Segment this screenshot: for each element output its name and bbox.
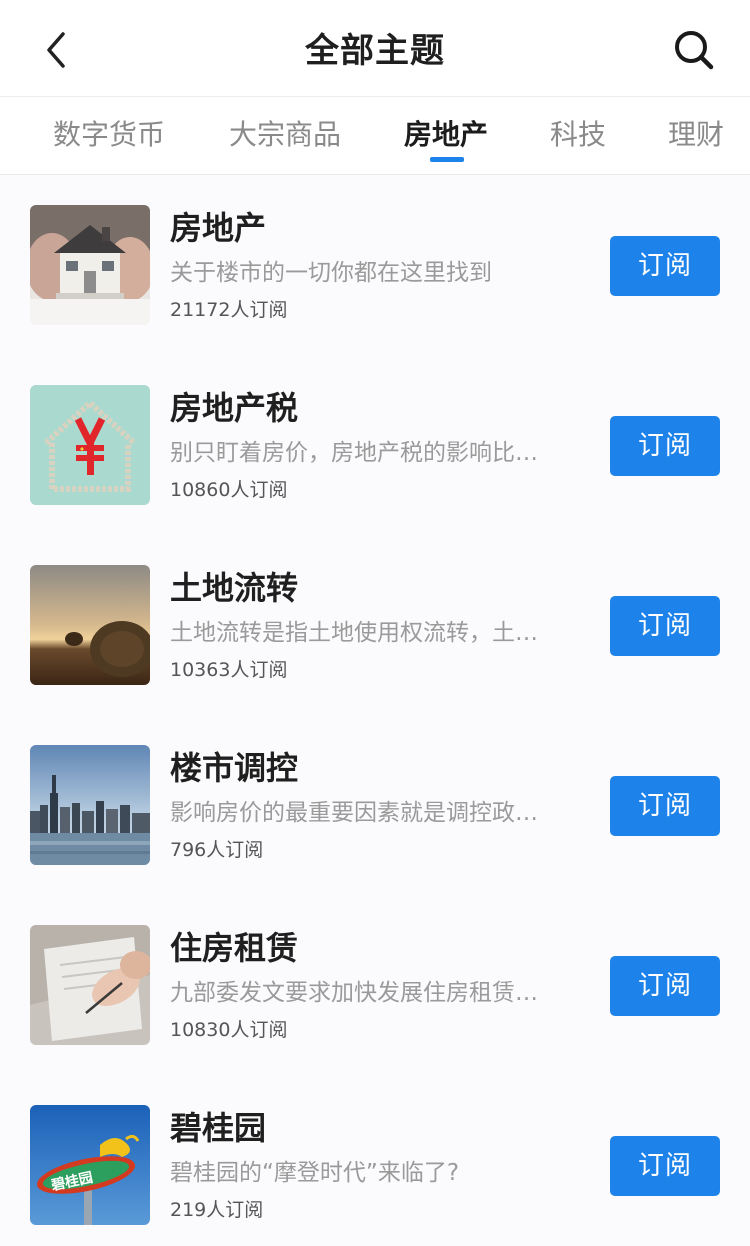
app-screen: 全部主题 数字货币 大宗商品 房地产 科技 理财 房地产 关于楼市的一切你都在这… bbox=[0, 0, 750, 1246]
topic-description: 碧桂园的“摩登时代”来临了? bbox=[170, 1160, 460, 1186]
search-icon bbox=[675, 31, 714, 70]
list-item[interactable]: 房地产税 别只盯着房价，房地产税的影响比… 10860人订阅 订阅 bbox=[0, 355, 750, 535]
subscriber-count: 219人订阅 bbox=[170, 1199, 264, 1221]
list-item[interactable]: 楼市调控 影响房价的最重要因素就是调控政… 796人订阅 订阅 bbox=[0, 715, 750, 895]
tab-commodities[interactable]: 大宗商品 bbox=[229, 115, 341, 155]
subscriber-count: 10860人订阅 bbox=[170, 479, 288, 501]
subscribe-button[interactable]: 订阅 bbox=[610, 1136, 720, 1196]
tab-real-estate[interactable]: 房地产 bbox=[404, 115, 488, 155]
category-tabs: 数字货币 大宗商品 房地产 科技 理财 bbox=[0, 97, 750, 175]
list-item[interactable]: 土地流转 土地流转是指土地使用权流转，土… 10363人订阅 订阅 bbox=[0, 535, 750, 715]
topic-title: 住房租赁 bbox=[170, 929, 299, 967]
subscribe-button[interactable]: 订阅 bbox=[610, 236, 720, 296]
topic-title: 楼市调控 bbox=[170, 749, 299, 787]
topic-thumbnail bbox=[30, 565, 150, 685]
subscriber-count: 10830人订阅 bbox=[170, 1019, 288, 1041]
subscriber-count: 796人订阅 bbox=[170, 839, 264, 861]
tab-finance[interactable]: 理财 bbox=[668, 115, 724, 155]
page-title: 全部主题 bbox=[305, 31, 445, 71]
topic-title: 碧桂园 bbox=[170, 1109, 267, 1147]
top-bar: 全部主题 bbox=[0, 0, 750, 97]
subscriber-count: 21172人订阅 bbox=[170, 299, 288, 321]
topic-thumbnail bbox=[30, 925, 150, 1045]
topic-thumbnail: 碧桂园 bbox=[30, 1105, 150, 1225]
subscribe-button[interactable]: 订阅 bbox=[610, 596, 720, 656]
list-item[interactable]: 住房租赁 九部委发文要求加快发展住房租赁… 10830人订阅 订阅 bbox=[0, 895, 750, 1075]
topic-thumbnail bbox=[30, 745, 150, 865]
list-item[interactable]: 房地产 关于楼市的一切你都在这里找到 21172人订阅 订阅 bbox=[0, 175, 750, 355]
topic-thumbnail bbox=[30, 385, 150, 505]
active-tab-indicator bbox=[430, 157, 464, 162]
topic-title: 土地流转 bbox=[170, 569, 299, 607]
subscribe-button[interactable]: 订阅 bbox=[610, 776, 720, 836]
topic-thumbnail bbox=[30, 205, 150, 325]
subscribe-button[interactable]: 订阅 bbox=[610, 956, 720, 1016]
topic-description: 土地流转是指土地使用权流转，土… bbox=[170, 620, 538, 646]
topic-title: 房地产税 bbox=[170, 389, 299, 427]
topic-title: 房地产 bbox=[170, 209, 267, 247]
subscribe-button[interactable]: 订阅 bbox=[610, 416, 720, 476]
tab-technology[interactable]: 科技 bbox=[550, 115, 606, 155]
list-item[interactable]: 碧桂园 碧桂园 碧桂园的“摩登时代”来临了? 219人订阅 订阅 bbox=[0, 1075, 750, 1246]
topic-description: 别只盯着房价，房地产税的影响比… bbox=[170, 440, 538, 466]
topic-description: 影响房价的最重要因素就是调控政… bbox=[170, 800, 538, 826]
search-button[interactable] bbox=[666, 22, 722, 78]
tab-digital-currency[interactable]: 数字货币 bbox=[53, 115, 165, 155]
topic-description: 关于楼市的一切你都在这里找到 bbox=[170, 260, 492, 286]
topic-description: 九部委发文要求加快发展住房租赁… bbox=[170, 980, 538, 1006]
subscriber-count: 10363人订阅 bbox=[170, 659, 288, 681]
